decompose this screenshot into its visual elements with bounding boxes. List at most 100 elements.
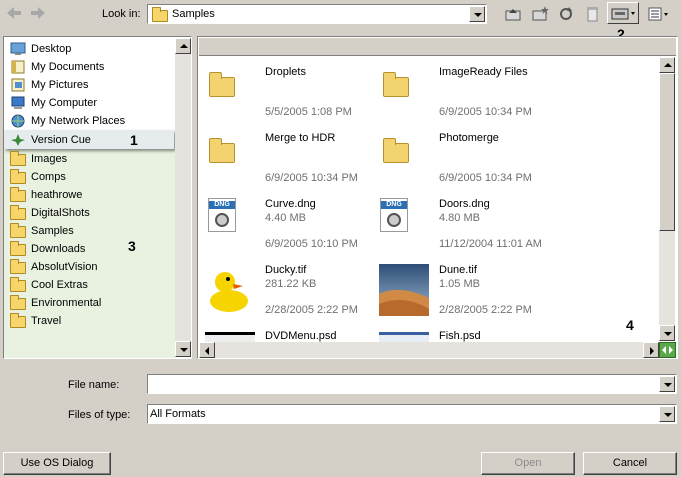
folder-icon [152,7,168,22]
cancel-button[interactable]: Cancel [583,452,677,475]
sidebar-item-my-computer[interactable]: My Computer [8,94,168,112]
sidebar-item-environmental[interactable]: Environmental [8,294,168,312]
file-item[interactable]: Fish.psd [377,330,547,342]
look-in-dropdown[interactable]: Samples [147,4,487,24]
sidebar-item-comps[interactable]: Comps [8,168,168,186]
file-date: 2/28/2005 2:22 PM [265,304,358,316]
sidebar-label: Comps [31,171,66,183]
file-item[interactable]: DVDMenu.psd [203,330,373,342]
sidebar-item-digitalshots[interactable]: DigitalShots [8,204,168,222]
sidebar-item-my-pictures[interactable]: My Pictures [8,76,168,94]
sidebar-item-my-documents[interactable]: My Documents [8,58,168,76]
sidebar-label: DigitalShots [31,207,90,219]
sidebar-scrollbar[interactable] [175,38,191,357]
folder-icon [10,205,26,220]
scroll-down-button[interactable] [659,325,675,341]
file-item[interactable]: Merge to HDR 6/9/2005 10:34 PM [203,132,373,198]
psd-thumbnail [205,332,255,342]
dng-file-icon: DNG [380,198,408,232]
sidebar-item-downloads[interactable]: Downloads [8,240,168,258]
tools-menu-button[interactable] [607,2,639,24]
sidebar-item-travel[interactable]: Travel [8,312,168,330]
column-header-bar [199,38,676,56]
network-places-icon [11,114,25,128]
folder-icon [209,72,235,97]
file-name: DVDMenu.psd [265,330,337,342]
sidebar-item-samples[interactable]: Samples [8,222,168,240]
my-pictures-icon [11,78,25,92]
delete-button[interactable] [582,4,602,24]
sidebar-label: heathrowe [31,189,83,201]
callout-4: 4 [626,317,634,333]
folder-icon [10,313,26,328]
file-list-vscrollbar[interactable] [659,57,675,341]
file-name-field[interactable] [147,374,677,394]
file-name: Droplets [265,66,306,78]
look-in-dropdown-arrow[interactable] [469,6,485,22]
scroll-right-button[interactable] [643,342,659,358]
psd-thumbnail [379,332,429,342]
open-button[interactable]: Open [481,452,575,475]
file-date: 6/9/2005 10:34 PM [265,172,358,184]
folder-icon [10,241,26,256]
my-computer-icon [11,96,25,109]
scroll-up-button[interactable] [659,57,675,73]
files-of-type-label: Files of type: [68,409,131,421]
sidebar-label: Downloads [31,243,86,255]
file-date: 11/12/2004 11:01 AM [439,238,542,250]
sidebar-item-absolutvision[interactable]: AbsolutVision [8,258,168,276]
file-list-hscrollbar[interactable] [199,342,659,358]
refresh-button[interactable] [556,4,576,24]
sidebar-item-heathrowe[interactable]: heathrowe [8,186,168,204]
look-in-value: Samples [172,8,215,20]
resize-grip[interactable] [659,342,676,358]
scroll-thumb[interactable] [659,73,675,231]
files-of-type-select[interactable]: All Formats [147,404,677,424]
sidebar-item-my-network-places[interactable]: My Network Places [8,112,168,130]
scroll-left-button[interactable] [199,342,215,358]
file-item[interactable]: Ducky.tif 281.22 KB 2/28/2005 2:22 PM [203,264,373,330]
folder-icon [10,277,26,292]
file-item[interactable]: Photomerge 6/9/2005 10:34 PM [377,132,547,198]
folder-icon [10,223,26,238]
file-name-dropdown-arrow[interactable] [659,376,675,392]
file-item[interactable]: DNG Curve.dng 4.40 MB 6/9/2005 10:10 PM [203,198,373,264]
files-of-type-dropdown-arrow[interactable] [659,406,675,422]
refresh-icon [560,7,572,20]
files-of-type-value: All Formats [150,408,206,420]
file-name: Ducky.tif [265,264,307,276]
tools-drive-icon [611,8,635,20]
scroll-up-button[interactable] [175,38,191,54]
up-one-level-button[interactable] [503,4,523,24]
sidebar-item-desktop[interactable]: Desktop [8,40,168,58]
file-name: Fish.psd [439,330,481,342]
folder-icon [10,259,26,274]
look-in-label: Look in: [102,8,141,20]
sidebar-label: Version Cue [31,134,91,146]
sidebar-label: My Documents [31,61,105,73]
file-item[interactable]: ImageReady Files 6/9/2005 10:34 PM [377,66,547,132]
sidebar-label: Travel [31,315,62,327]
folder-icon [10,295,26,310]
sidebar-item-cool-extras[interactable]: Cool Extras [8,276,168,294]
file-size: 4.40 MB [265,212,306,224]
sidebar-label: Environmental [31,297,102,309]
forward-arrow-icon [31,7,45,19]
my-documents-icon [11,60,25,74]
callout-3: 3 [128,238,136,254]
file-item[interactable]: DNG Doors.dng 4.80 MB 11/12/2004 11:01 A… [377,198,547,264]
sidebar-item-version-cue[interactable]: Version Cue [4,130,174,149]
folder-icon [209,138,235,163]
file-size: 281.22 KB [265,278,317,290]
file-item[interactable]: Dune.tif 1.05 MB 2/28/2005 2:22 PM [377,264,547,330]
forward-button[interactable] [28,4,48,22]
new-folder-button[interactable] [530,4,550,24]
back-button[interactable] [4,4,24,22]
file-item[interactable]: Droplets 5/5/2005 1:08 PM [203,66,373,132]
view-menu-button[interactable] [646,4,672,24]
new-folder-icon [532,6,549,21]
scroll-down-button[interactable] [175,341,191,357]
sidebar-label: My Computer [31,97,98,109]
sidebar-item-images[interactable]: Images [8,150,168,168]
use-os-dialog-button[interactable]: Use OS Dialog [3,452,111,475]
